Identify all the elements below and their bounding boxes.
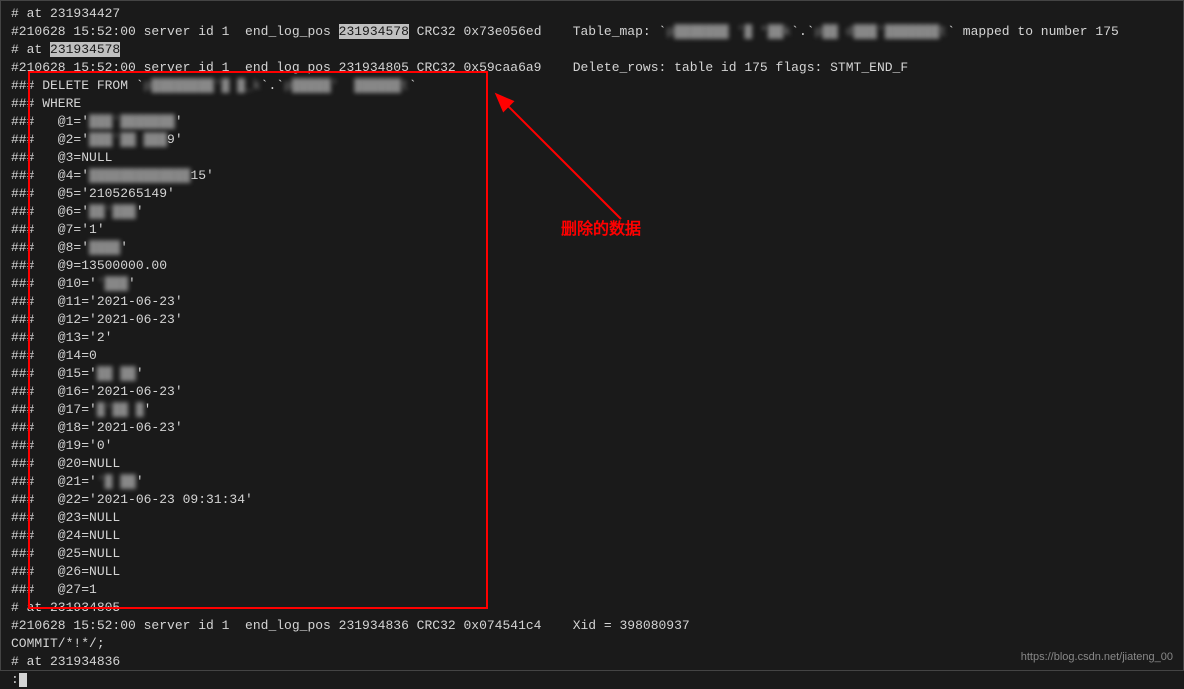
log-line: ### @8='████' [11, 239, 1173, 257]
highlighted-pos: 231934578 [50, 42, 120, 57]
log-line: ### DELETE FROM `p████████'█ █_k`.`p████… [11, 77, 1173, 95]
log-line: ### @2='███'██ ███9' [11, 131, 1173, 149]
censored-text: p███████ '█ *██k [666, 24, 791, 39]
log-line: ### @1='███'███████' [11, 113, 1173, 131]
censored-text: █████████████ [89, 168, 190, 183]
log-line: ### @25=NULL [11, 545, 1173, 563]
log-line: ### @18='2021-06-23' [11, 419, 1173, 437]
log-line: # at 231934427 [11, 5, 1173, 23]
log-line: COMMIT/*!*/; [11, 635, 1173, 653]
log-line: ### WHERE [11, 95, 1173, 113]
watermark-text: https://blog.csdn.net/jiateng_00 [1021, 650, 1173, 665]
log-line: ### @4='█████████████15' [11, 167, 1173, 185]
log-line: # at 231934805 [11, 599, 1173, 617]
log-line: # at 231934578 [11, 41, 1173, 59]
log-line: ### @10=''███' [11, 275, 1173, 293]
log-line: ### @23=NULL [11, 509, 1173, 527]
log-line: # at 231934836 [11, 653, 1173, 671]
censored-text: █'██ █ [97, 402, 144, 417]
log-line: ### @3=NULL [11, 149, 1173, 167]
log-line: ### @27=1 [11, 581, 1173, 599]
censored-text: ███'███████ [89, 114, 175, 129]
log-line: ### @21=''█ ██' [11, 473, 1173, 491]
log-line: #210628 15:52:00 server id 1 end_log_pos… [11, 59, 1173, 77]
log-line: ### @24=NULL [11, 527, 1173, 545]
log-line: ### @26=NULL [11, 563, 1173, 581]
highlighted-pos: 231934578 [339, 24, 409, 39]
log-line: ### @16='2021-06-23' [11, 383, 1173, 401]
log-line: ### @22='2021-06-23 09:31:34' [11, 491, 1173, 509]
censored-text: p██ d███'███████t [815, 24, 948, 39]
censored-text: ██'███ [89, 204, 136, 219]
censored-text: ███'██ ███ [89, 132, 167, 147]
censored-text: '█ ██ [97, 474, 136, 489]
log-line: ### @15='██ ██' [11, 365, 1173, 383]
censored-text: ██ ██ [97, 366, 136, 381]
cursor-icon [19, 673, 27, 687]
log-line: ### @14=0 [11, 347, 1173, 365]
log-line: ### @11='2021-06-23' [11, 293, 1173, 311]
prompt-line[interactable]: : [11, 671, 1173, 689]
censored-text: '███ [97, 276, 128, 291]
log-line: #210628 15:52:00 server id 1 end_log_pos… [11, 23, 1173, 41]
log-line: ### @13='2' [11, 329, 1173, 347]
log-line: #210628 15:52:00 server id 1 end_log_pos… [11, 617, 1173, 635]
log-line: ### @9=13500000.00 [11, 257, 1173, 275]
log-line: ### @20=NULL [11, 455, 1173, 473]
censored-text: p████████'█ █_k [144, 78, 261, 93]
log-line: ### @12='2021-06-23' [11, 311, 1173, 329]
annotation-label: 删除的数据 [561, 219, 641, 241]
log-line: ### @5='2105265149' [11, 185, 1173, 203]
censored-text: ████ [89, 240, 120, 255]
log-line: ### @17='█'██ █' [11, 401, 1173, 419]
log-line: ### @19='0' [11, 437, 1173, 455]
censored-text: p█████' ██████t [284, 78, 409, 93]
terminal-output: # at 231934427 #210628 15:52:00 server i… [11, 5, 1173, 689]
